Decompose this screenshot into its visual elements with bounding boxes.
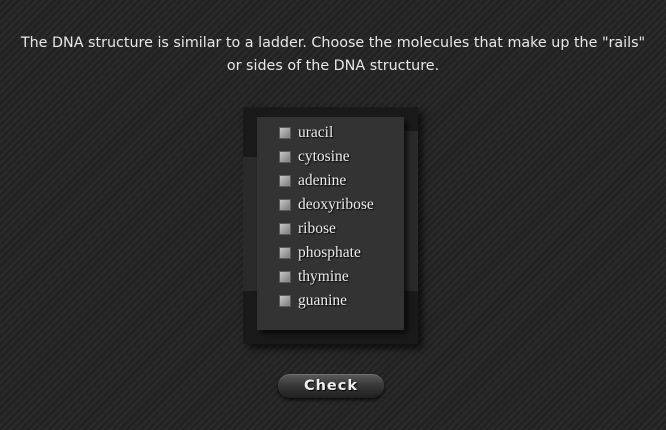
checkbox[interactable] (279, 247, 291, 259)
check-button-label: Check (303, 378, 359, 394)
options-panel-frame-edge-right (404, 131, 418, 291)
option-cytosine[interactable]: cytosine (279, 147, 350, 167)
option-guanine[interactable]: guanine (279, 291, 347, 311)
option-label: cytosine (298, 148, 350, 165)
checkbox[interactable] (279, 127, 291, 139)
checkbox[interactable] (279, 175, 291, 187)
checkbox[interactable] (279, 151, 291, 163)
checkbox[interactable] (279, 199, 291, 211)
option-label: thymine (298, 268, 349, 285)
option-label: phosphate (298, 244, 361, 261)
check-button[interactable]: Check (278, 374, 384, 398)
checkbox[interactable] (279, 295, 291, 307)
option-adenine[interactable]: adenine (279, 171, 346, 191)
checkbox[interactable] (279, 271, 291, 283)
options-panel: uracil cytosine adenine deoxyribose ribo… (257, 117, 404, 330)
option-uracil[interactable]: uracil (279, 123, 333, 143)
question-line-2: or sides of the DNA structure. (226, 58, 440, 74)
option-phosphate[interactable]: phosphate (279, 243, 361, 263)
option-label: uracil (298, 124, 334, 141)
checkbox[interactable] (279, 223, 291, 235)
option-ribose[interactable]: ribose (279, 219, 336, 239)
option-label: guanine (298, 292, 348, 309)
option-thymine[interactable]: thymine (279, 267, 349, 287)
question-text: The DNA structure is similar to a ladder… (0, 32, 666, 78)
question-line-1: The DNA structure is similar to a ladder… (20, 35, 646, 51)
option-deoxyribose[interactable]: deoxyribose (279, 195, 374, 215)
option-label: adenine (298, 172, 347, 189)
option-label: ribose (298, 220, 336, 237)
options-panel-frame-edge-left (243, 157, 257, 291)
option-label: deoxyribose (298, 196, 374, 213)
